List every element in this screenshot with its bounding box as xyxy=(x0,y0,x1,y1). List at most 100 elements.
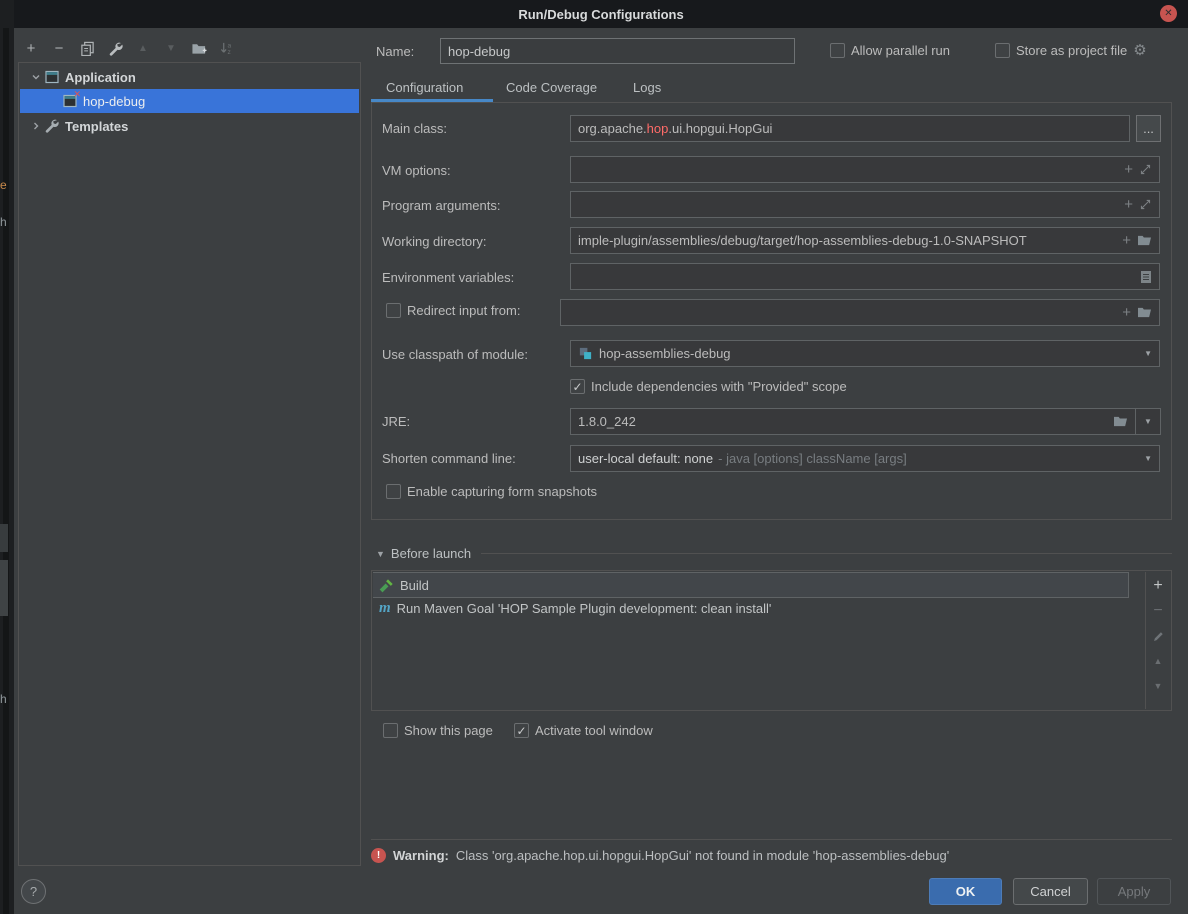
name-input[interactable] xyxy=(440,38,795,64)
form-snapshots-label: Enable capturing form snapshots xyxy=(407,484,597,499)
chevron-down-icon: ▼ xyxy=(1144,417,1152,426)
environment-variables-label: Environment variables: xyxy=(382,270,514,285)
remove-configuration-button[interactable]: − xyxy=(48,38,70,58)
help-button[interactable]: ? xyxy=(21,879,46,904)
move-up-icon[interactable]: ▲ xyxy=(132,38,154,58)
main-class-field[interactable]: org.apache.hop.ui.hopgui.HopGui xyxy=(570,115,1130,142)
chevron-down-icon[interactable] xyxy=(28,72,44,82)
ok-button[interactable]: OK xyxy=(929,878,1002,905)
section-divider xyxy=(481,553,1172,554)
shorten-command-line-hint: - java [options] className [args] xyxy=(718,451,907,466)
list-editor-icon[interactable] xyxy=(1140,270,1152,284)
tab-configuration[interactable]: Configuration xyxy=(386,80,463,95)
store-as-project-file-option[interactable]: Store as project file ⚙ xyxy=(995,43,1147,58)
ide-strip-block xyxy=(0,560,8,616)
classpath-module-label: Use classpath of module: xyxy=(382,347,528,362)
add-task-icon[interactable]: + xyxy=(1150,578,1166,594)
before-launch-item-label: Run Maven Goal 'HOP Sample Plugin develo… xyxy=(397,601,772,616)
application-broken-icon: ✕ xyxy=(62,93,78,109)
before-launch-item-maven[interactable]: m Run Maven Goal 'HOP Sample Plugin deve… xyxy=(373,597,1153,619)
move-task-up-icon[interactable]: ▲ xyxy=(1150,653,1166,669)
provided-scope-checkbox[interactable] xyxy=(570,379,585,394)
redirect-input-checkbox[interactable] xyxy=(386,303,401,318)
redirect-input-field[interactable]: + xyxy=(560,299,1160,326)
add-configuration-button[interactable]: + xyxy=(20,38,42,58)
vm-options-field[interactable]: + xyxy=(570,156,1160,183)
configurations-toolbar: + − ▲ ▼ a z xyxy=(20,38,238,58)
tree-node-templates[interactable]: Templates xyxy=(20,114,359,138)
edit-templates-wrench-icon[interactable] xyxy=(104,38,126,58)
new-folder-icon[interactable] xyxy=(188,38,210,58)
environment-variables-field[interactable] xyxy=(570,263,1160,290)
folder-icon[interactable] xyxy=(1113,415,1128,428)
browse-main-class-button[interactable]: ... xyxy=(1136,115,1161,142)
working-directory-label: Working directory: xyxy=(382,234,487,249)
add-icon[interactable]: + xyxy=(1122,233,1131,248)
add-icon[interactable]: + xyxy=(1124,197,1133,212)
provided-scope-option[interactable]: Include dependencies with "Provided" sco… xyxy=(570,379,847,394)
shorten-command-line-combobox[interactable]: user-local default: none - java [options… xyxy=(570,445,1160,472)
store-as-project-file-label: Store as project file xyxy=(1016,43,1127,58)
chevron-down-icon[interactable]: ▼ xyxy=(1144,349,1152,358)
tree-node-label: Templates xyxy=(65,119,128,134)
tree-node-application[interactable]: Application xyxy=(20,65,359,89)
ide-strip-block xyxy=(0,524,8,552)
edit-task-pencil-icon[interactable] xyxy=(1150,628,1166,644)
form-snapshots-checkbox[interactable] xyxy=(386,484,401,499)
allow-parallel-run-option[interactable]: Allow parallel run xyxy=(830,43,950,58)
show-this-page-checkbox[interactable] xyxy=(383,723,398,738)
move-down-icon[interactable]: ▼ xyxy=(160,38,182,58)
working-directory-field[interactable]: imple-plugin/assemblies/debug/target/hop… xyxy=(570,227,1160,254)
expand-field-icon[interactable] xyxy=(1139,163,1152,176)
background-ide-strip: e h h xyxy=(0,0,14,914)
ide-strip-text-fragment: h xyxy=(0,692,7,706)
jre-label: JRE: xyxy=(382,414,410,429)
sort-configurations-icon[interactable]: a z xyxy=(216,38,238,58)
copy-configuration-icon[interactable] xyxy=(76,38,98,58)
vm-options-label: VM options: xyxy=(382,163,451,178)
show-this-page-option[interactable]: Show this page xyxy=(383,723,493,738)
jre-field[interactable]: 1.8.0_242 xyxy=(570,408,1136,435)
program-arguments-field[interactable]: + xyxy=(570,191,1160,218)
dialog-title: Run/Debug Configurations xyxy=(518,7,683,22)
ide-strip-text-fragment: h xyxy=(0,215,7,229)
close-icon[interactable]: ✕ xyxy=(1160,5,1177,22)
templates-wrench-icon xyxy=(44,118,60,134)
move-task-down-icon[interactable]: ▼ xyxy=(1150,678,1166,694)
hammer-icon xyxy=(379,578,394,593)
folder-icon[interactable] xyxy=(1137,306,1152,319)
application-icon xyxy=(44,69,60,85)
gear-icon[interactable]: ⚙ xyxy=(1133,43,1146,58)
warning-icon: ! xyxy=(371,848,386,863)
before-launch-item-build[interactable]: Build xyxy=(373,572,1129,598)
classpath-module-combobox[interactable]: hop-assemblies-debug ▼ xyxy=(570,340,1160,367)
shorten-command-line-label: Shorten command line: xyxy=(382,451,516,466)
form-snapshots-option[interactable]: Enable capturing form snapshots xyxy=(386,484,597,499)
activate-tool-window-checkbox[interactable] xyxy=(514,723,529,738)
show-this-page-label: Show this page xyxy=(404,723,493,738)
chevron-down-icon[interactable]: ▼ xyxy=(1144,454,1152,463)
folder-icon[interactable] xyxy=(1137,234,1152,247)
tab-code-coverage[interactable]: Code Coverage xyxy=(506,80,597,95)
activate-tool-window-label: Activate tool window xyxy=(535,723,653,738)
chevron-right-icon[interactable] xyxy=(28,121,44,131)
store-as-project-file-checkbox[interactable] xyxy=(995,43,1010,58)
redirect-input-label: Redirect input from: xyxy=(407,303,520,318)
apply-button[interactable]: Apply xyxy=(1097,878,1171,905)
allow-parallel-run-checkbox[interactable] xyxy=(830,43,845,58)
before-launch-title: Before launch xyxy=(391,546,471,561)
expand-field-icon[interactable] xyxy=(1139,198,1152,211)
cancel-button[interactable]: Cancel xyxy=(1013,878,1088,905)
add-icon[interactable]: + xyxy=(1122,305,1131,320)
before-launch-toolbar: + − ▲ ▼ xyxy=(1145,572,1170,709)
redirect-input-option[interactable]: Redirect input from: xyxy=(386,303,520,318)
tree-node-hop-debug[interactable]: ✕ hop-debug xyxy=(20,89,359,113)
before-launch-header[interactable]: ▼ Before launch xyxy=(376,546,1172,561)
add-icon[interactable]: + xyxy=(1124,162,1133,177)
name-label: Name: xyxy=(376,44,414,59)
remove-task-icon[interactable]: − xyxy=(1150,603,1166,619)
tab-logs[interactable]: Logs xyxy=(633,80,661,95)
activate-tool-window-option[interactable]: Activate tool window xyxy=(514,723,653,738)
collapse-triangle-icon[interactable]: ▼ xyxy=(376,549,385,559)
jre-dropdown-button[interactable]: ▼ xyxy=(1135,408,1161,435)
